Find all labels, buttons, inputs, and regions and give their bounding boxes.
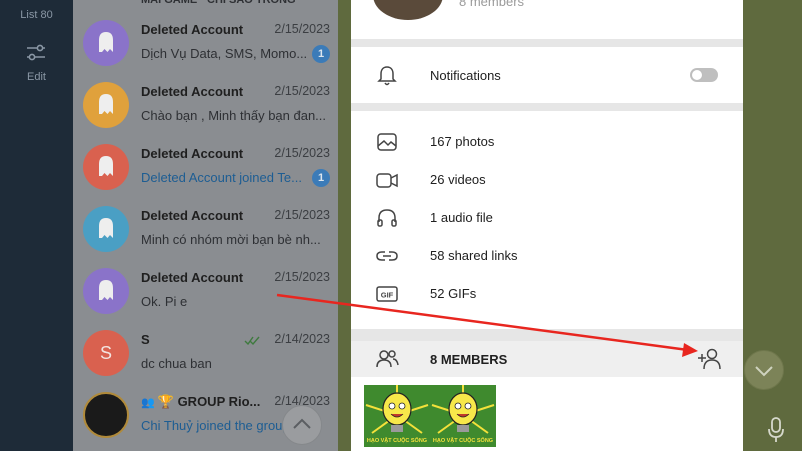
- annotation-arrow: [276, 293, 698, 357]
